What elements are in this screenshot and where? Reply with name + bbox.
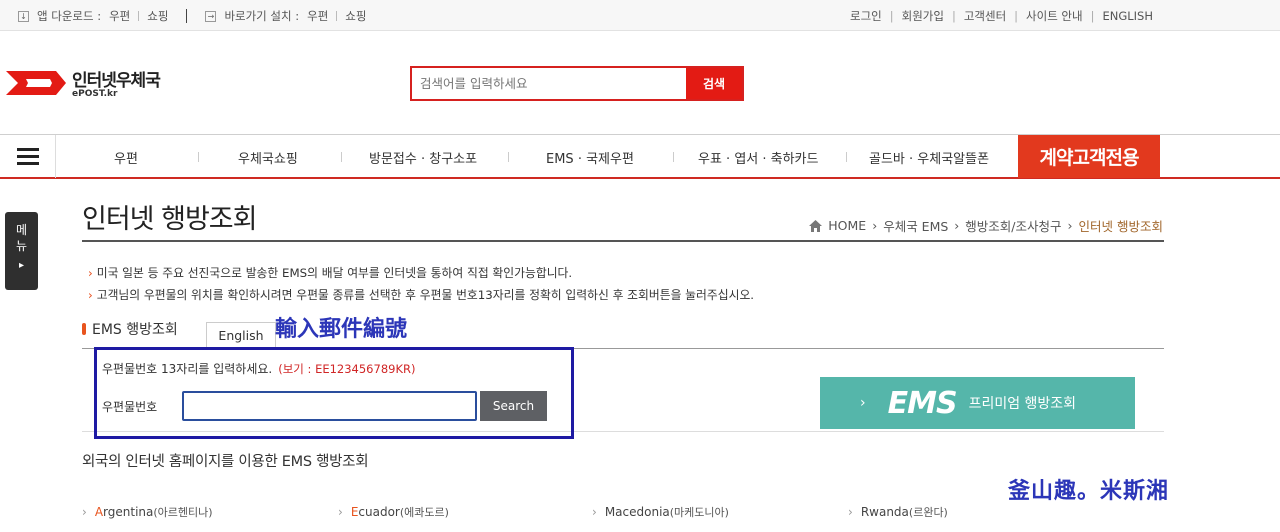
ems-premium-tracking-button[interactable]: › EMS 프리미엄 행방조회 [820,377,1135,429]
shortcut-postal-link[interactable]: 우편 [307,8,328,24]
shortcut-label: 바로가기 설치 : [224,9,300,23]
app-postal-link[interactable]: 우편 [109,8,130,24]
foreign-tracking-title: 외국의 인터넷 홈페이지를 이용한 EMS 행방조회 [82,454,369,470]
signup-link[interactable]: 회원가입 [902,8,944,24]
side-menu-tab[interactable]: 메 뉴 ▸ [5,212,38,290]
english-tab[interactable]: English [206,322,276,348]
country-link-argentina[interactable]: › Argentina(아르헨티나) [82,504,213,520]
country-link-ecuador[interactable]: › Ecuador(에콰도르) [338,504,449,520]
top-utility-bar: ↓ 앱 다운로드 : 우편 쇼핑 → 바로가기 설치 : 우편 쇼핑 로그인 |… [0,0,1280,31]
english-link[interactable]: ENGLISH [1102,9,1153,23]
nav-item-goldbar-phone[interactable]: 골드바 · 우체국알뜰폰 [869,148,989,167]
site-guide-link[interactable]: 사이트 안내 [1026,8,1083,24]
nav-item-ems-intl[interactable]: EMS · 국제우편 [546,148,634,167]
shortcut-icon: → [205,10,217,22]
arrow-right-icon: ▸ [18,260,25,271]
login-link[interactable]: 로그인 [850,8,882,24]
notice-item: › 미국 일본 등 주요 선진국으로 발송한 EMS의 배달 여부를 인터넷을 통… [88,266,573,280]
title-divider [82,240,1164,242]
nav-item-visit-parcel[interactable]: 방문접수 · 창구소포 [369,148,477,167]
home-icon [809,219,823,232]
main-nav: 우편 우체국쇼핑 방문접수 · 창구소포 EMS · 국제우편 우표 · 엽서 … [0,134,1280,179]
ems-section-label: EMS 행방조회 [82,319,178,339]
country-link-macedonia[interactable]: › Macedonia(마케도니아) [592,504,729,520]
shortcut-shopping-link[interactable]: 쇼핑 [345,8,366,24]
epost-logo[interactable]: 인터넷우체국 ePOST.kr [4,66,161,99]
search-input[interactable] [412,68,686,99]
tracking-number-label: 우편물번호 [102,400,158,414]
contract-customer-button[interactable]: 계약고객전용 [1018,135,1160,178]
chevron-right-icon: › [954,218,960,233]
download-icon: ↓ [18,10,29,22]
country-link-rwanda[interactable]: › Rwanda(르완다) [848,504,948,520]
breadcrumb: HOME › 우체국 EMS › 행방조회/조사청구 › 인터넷 행방조회 [809,216,1163,235]
notice-list: › 미국 일본 등 주요 선진국으로 발송한 EMS의 배달 여부를 인터넷을 통… [88,262,754,306]
chevron-right-icon: › [860,395,866,411]
nav-item-stamps-cards[interactable]: 우표 · 엽서 · 축하카드 [698,148,818,167]
input-guide: 우편물번호 13자리를 입력하세요. (보기 : EE123456789KR) [102,362,416,376]
chevron-right-icon: › [872,218,878,233]
tracking-number-input[interactable] [182,391,477,421]
app-shopping-link[interactable]: 쇼핑 [147,8,168,24]
breadcrumb-ems[interactable]: 우체국 EMS [883,216,948,235]
customer-center-link[interactable]: 고객센터 [964,8,1006,24]
nav-item-shopping[interactable]: 우체국쇼핑 [238,148,298,167]
tracking-search-button[interactable]: Search [480,391,547,421]
nav-item-postal[interactable]: 우편 [114,148,138,167]
credit-annotation: 釜山趣。米斯湘 [1008,478,1170,504]
page-title: 인터넷 행방조회 [82,204,257,235]
premium-ems-text: EMS [887,385,958,421]
app-download-label: 앱 다운로드 : [37,9,102,23]
hamburger-menu-icon[interactable] [0,135,56,178]
breadcrumb-home[interactable]: HOME [828,218,866,233]
breadcrumb-current: 인터넷 행방조회 [1078,219,1163,234]
site-search: 검색 [410,66,744,101]
input-hint-annotation: 輸入郵件編號 [275,316,408,342]
search-button[interactable]: 검색 [686,68,742,99]
premium-label: 프리미엄 행방조회 [968,396,1077,412]
notice-item: › 고객님의 우편물의 위치를 확인하시려면 우편물 종류를 선택한 후 우편물 … [88,288,755,302]
chevron-right-icon: › [1067,218,1073,233]
breadcrumb-tracking[interactable]: 행방조회/조사청구 [965,216,1061,235]
epost-logo-icon [6,70,66,95]
input-example: (보기 : EE123456789KR) [278,362,416,376]
logo-text-ko: 인터넷우체국 [72,71,161,91]
